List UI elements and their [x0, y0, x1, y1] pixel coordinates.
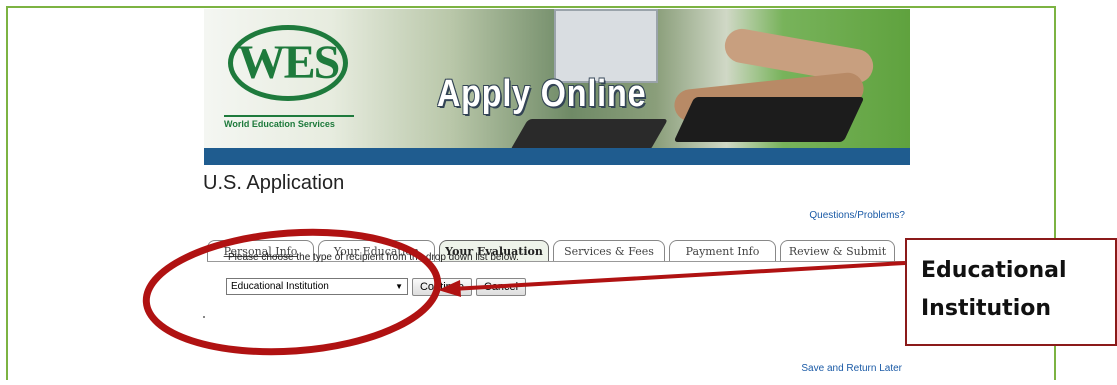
- save-and-return-link[interactable]: Save and Return Later: [740, 363, 902, 374]
- keyboard-illustration: [673, 97, 865, 142]
- dropdown-arrow-icon: ▼: [395, 282, 403, 291]
- monitor-illustration: [554, 9, 658, 83]
- wes-logo-oval: WES: [228, 25, 348, 101]
- recipient-instruction: Please choose the type of recipient from…: [228, 252, 519, 263]
- tab-review-submit[interactable]: Review & Submit: [780, 240, 895, 261]
- page-title: U.S. Application: [203, 172, 345, 194]
- banner-title: Apply Online: [437, 73, 647, 115]
- keyboard-illustration: [509, 119, 669, 151]
- wes-logo: WES World Education Services: [224, 25, 354, 143]
- wes-logo-subtext: World Education Services: [224, 115, 354, 129]
- wes-logo-text: WES: [237, 36, 341, 89]
- tab-services-fees[interactable]: Services & Fees: [553, 240, 665, 261]
- header-banner: WES World Education Services Apply Onlin…: [204, 9, 910, 165]
- annotation-callout: Educational Institution: [905, 238, 1117, 346]
- recipient-type-select[interactable]: Educational Institution ▼: [226, 278, 408, 295]
- questions-problems-link[interactable]: Questions/Problems?: [770, 210, 905, 221]
- stray-dot: [203, 316, 205, 318]
- callout-line-1: Educational: [921, 258, 1067, 283]
- cancel-button[interactable]: Cancel: [476, 278, 526, 296]
- callout-line-2: Institution: [921, 296, 1052, 321]
- continue-button[interactable]: Continue: [412, 278, 472, 296]
- tab-payment-info[interactable]: Payment Info: [669, 240, 776, 261]
- banner-strip: [204, 148, 910, 165]
- recipient-type-value: Educational Institution: [231, 281, 329, 292]
